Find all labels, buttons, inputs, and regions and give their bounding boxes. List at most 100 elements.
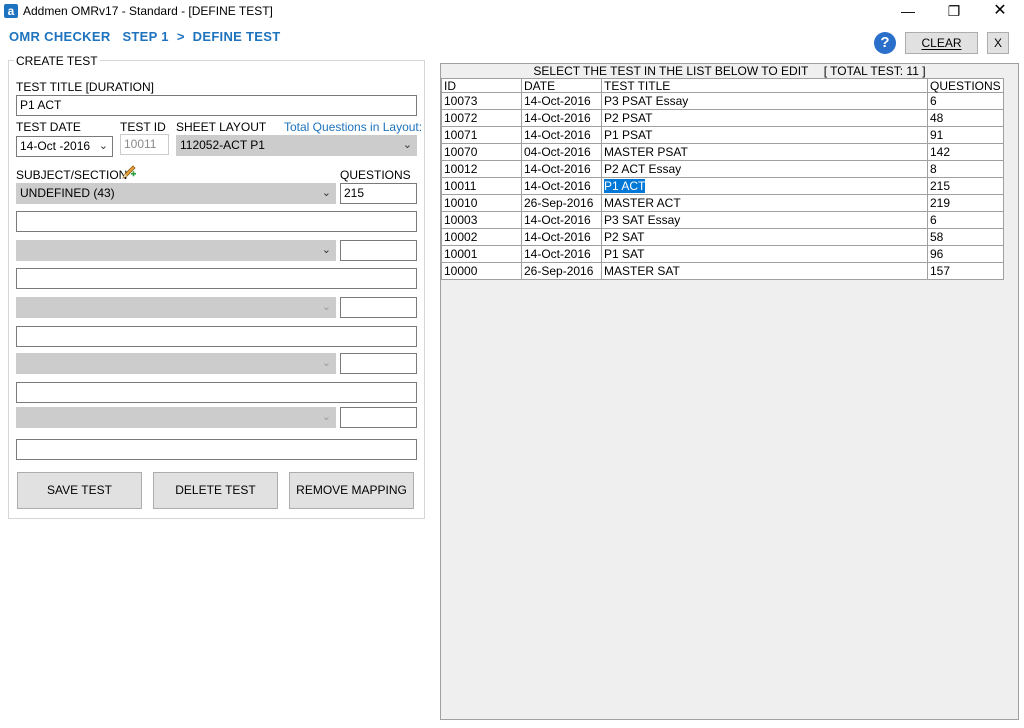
cell-test-title[interactable]: P1 PSAT bbox=[601, 126, 928, 144]
cell-questions[interactable]: 48 bbox=[927, 109, 1004, 127]
cell-questions[interactable]: 219 bbox=[927, 194, 1004, 212]
close-panel-button[interactable]: X bbox=[987, 32, 1009, 54]
breadcrumb-step: STEP 1 bbox=[122, 29, 169, 44]
cell-test-title[interactable]: P3 SAT Essay bbox=[601, 211, 928, 229]
table-row[interactable]: 10003 14-Oct-2016 P3 SAT Essay 6 bbox=[441, 211, 1004, 229]
delete-test-button[interactable]: DELETE TEST bbox=[153, 472, 278, 509]
cell-test-title[interactable]: P2 ACT Essay bbox=[601, 160, 928, 178]
cell-test-title[interactable]: MASTER ACT bbox=[601, 194, 928, 212]
maximize-button[interactable]: ❐ bbox=[931, 0, 977, 22]
cell-id[interactable]: 10010 bbox=[441, 194, 522, 212]
cell-date[interactable]: 04-Oct-2016 bbox=[521, 143, 602, 161]
table-row[interactable]: 10012 14-Oct-2016 P2 ACT Essay 8 bbox=[441, 160, 1004, 178]
section-note-input-5[interactable] bbox=[16, 439, 417, 460]
test-title-input[interactable]: P1 ACT bbox=[16, 95, 417, 116]
column-header-date[interactable]: DATE bbox=[521, 78, 602, 93]
cell-id[interactable]: 10071 bbox=[441, 126, 522, 144]
cell-questions[interactable]: 58 bbox=[927, 228, 1004, 246]
edit-pencil-icon[interactable] bbox=[121, 164, 137, 180]
cell-questions[interactable]: 6 bbox=[927, 211, 1004, 229]
questions-input-1[interactable]: 215 bbox=[340, 183, 417, 204]
sheet-layout-select[interactable]: 112052-ACT P1 ⌄ bbox=[176, 135, 417, 156]
help-icon[interactable]: ? bbox=[874, 32, 896, 54]
cell-questions[interactable]: 157 bbox=[927, 262, 1004, 280]
save-test-button[interactable]: SAVE TEST bbox=[17, 472, 142, 509]
test-list-table[interactable]: ID DATE TEST TITLE QUESTIONS 10073 14-Oct… bbox=[441, 78, 1004, 280]
cell-test-title[interactable]: P2 PSAT bbox=[601, 109, 928, 127]
test-list-caption-text: SELECT THE TEST IN THE LIST BELOW TO EDI… bbox=[533, 64, 809, 78]
subject-select-1[interactable]: UNDEFINED (43) ⌄ bbox=[16, 183, 336, 204]
cell-questions[interactable]: 142 bbox=[927, 143, 1004, 161]
cell-date[interactable]: 14-Oct-2016 bbox=[521, 211, 602, 229]
table-row[interactable]: 10070 04-Oct-2016 MASTER PSAT 142 bbox=[441, 143, 1004, 161]
cell-id[interactable]: 10003 bbox=[441, 211, 522, 229]
subject-select-1-value: UNDEFINED (43) bbox=[20, 186, 115, 200]
cell-test-title[interactable]: P2 SAT bbox=[601, 228, 928, 246]
chevron-down-icon: ⌄ bbox=[321, 187, 331, 199]
table-row[interactable]: 10010 26-Sep-2016 MASTER ACT 219 bbox=[441, 194, 1004, 212]
cell-id[interactable]: 10070 bbox=[441, 143, 522, 161]
table-row[interactable]: 10072 14-Oct-2016 P2 PSAT 48 bbox=[441, 109, 1004, 127]
column-header-questions[interactable]: QUESTIONS bbox=[927, 78, 1004, 93]
minimize-button[interactable]: — bbox=[885, 0, 931, 22]
section-note-input-2[interactable] bbox=[16, 268, 417, 289]
cell-test-title[interactable]: MASTER PSAT bbox=[601, 143, 928, 161]
sheet-layout-label: SHEET LAYOUT bbox=[176, 120, 267, 134]
section-note-input-1[interactable] bbox=[16, 211, 417, 232]
window-title: Addmen OMRv17 - Standard - [DEFINE TEST] bbox=[23, 4, 273, 18]
cell-date[interactable]: 26-Sep-2016 bbox=[521, 262, 602, 280]
sheet-layout-value: 112052-ACT P1 bbox=[180, 138, 265, 152]
cell-test-title[interactable]: P1 ACT bbox=[601, 177, 928, 195]
table-row[interactable]: 10001 14-Oct-2016 P1 SAT 96 bbox=[441, 245, 1004, 263]
cell-id[interactable]: 10000 bbox=[441, 262, 522, 280]
subject-select-2[interactable]: ⌄ bbox=[16, 240, 336, 261]
cell-date[interactable]: 26-Sep-2016 bbox=[521, 194, 602, 212]
table-row[interactable]: 10000 26-Sep-2016 MASTER SAT 157 bbox=[441, 262, 1004, 280]
table-row-selected[interactable]: 10011 14-Oct-2016 P1 ACT 215 bbox=[441, 177, 1004, 195]
table-row[interactable]: 10073 14-Oct-2016 P3 PSAT Essay 6 bbox=[441, 92, 1004, 110]
questions-input-3[interactable] bbox=[340, 297, 417, 318]
cell-questions[interactable]: 91 bbox=[927, 126, 1004, 144]
cell-date[interactable]: 14-Oct-2016 bbox=[521, 126, 602, 144]
cell-test-title[interactable]: P3 PSAT Essay bbox=[601, 92, 928, 110]
cell-date[interactable]: 14-Oct-2016 bbox=[521, 245, 602, 263]
cell-questions[interactable]: 6 bbox=[927, 92, 1004, 110]
cell-id[interactable]: 10073 bbox=[441, 92, 522, 110]
cell-test-title[interactable]: P1 SAT bbox=[601, 245, 928, 263]
table-row[interactable]: 10002 14-Oct-2016 P2 SAT 58 bbox=[441, 228, 1004, 246]
questions-input-2[interactable] bbox=[340, 240, 417, 261]
breadcrumb-app: OMR CHECKER bbox=[9, 29, 111, 44]
cell-id[interactable]: 10001 bbox=[441, 245, 522, 263]
cell-id[interactable]: 10072 bbox=[441, 109, 522, 127]
remove-mapping-button[interactable]: REMOVE MAPPING bbox=[289, 472, 414, 509]
cell-questions[interactable]: 8 bbox=[927, 160, 1004, 178]
breadcrumb: OMR CHECKER STEP 1 > DEFINE TEST bbox=[9, 29, 288, 44]
cell-date[interactable]: 14-Oct-2016 bbox=[521, 228, 602, 246]
cell-date[interactable]: 14-Oct-2016 bbox=[521, 177, 602, 195]
table-row[interactable]: 10071 14-Oct-2016 P1 PSAT 91 bbox=[441, 126, 1004, 144]
section-note-input-4[interactable] bbox=[16, 382, 417, 403]
test-date-picker[interactable]: 14-Oct -2016 ⌄ bbox=[16, 136, 113, 157]
column-header-id[interactable]: ID bbox=[441, 78, 522, 93]
selected-cell-text: P1 ACT bbox=[604, 178, 646, 193]
chevron-down-icon: ⌄ bbox=[402, 139, 412, 151]
breadcrumb-page: DEFINE TEST bbox=[192, 29, 281, 44]
questions-input-5[interactable] bbox=[340, 407, 417, 428]
cell-id[interactable]: 10002 bbox=[441, 228, 522, 246]
cell-date[interactable]: 14-Oct-2016 bbox=[521, 160, 602, 178]
subject-select-5: ⌄ bbox=[16, 407, 336, 428]
clear-button[interactable]: CLEAR bbox=[905, 32, 978, 54]
chevron-down-icon: ⌄ bbox=[321, 411, 331, 423]
cell-questions[interactable]: 96 bbox=[927, 245, 1004, 263]
cell-date[interactable]: 14-Oct-2016 bbox=[521, 92, 602, 110]
table-header-row: ID DATE TEST TITLE QUESTIONS bbox=[441, 78, 1004, 93]
cell-test-title[interactable]: MASTER SAT bbox=[601, 262, 928, 280]
window-close-button[interactable]: ✕ bbox=[977, 0, 1023, 22]
section-note-input-3[interactable] bbox=[16, 326, 417, 347]
cell-id[interactable]: 10011 bbox=[441, 177, 522, 195]
cell-id[interactable]: 10012 bbox=[441, 160, 522, 178]
column-header-test-title[interactable]: TEST TITLE bbox=[601, 78, 928, 93]
cell-questions[interactable]: 215 bbox=[927, 177, 1004, 195]
cell-date[interactable]: 14-Oct-2016 bbox=[521, 109, 602, 127]
questions-input-4[interactable] bbox=[340, 353, 417, 374]
